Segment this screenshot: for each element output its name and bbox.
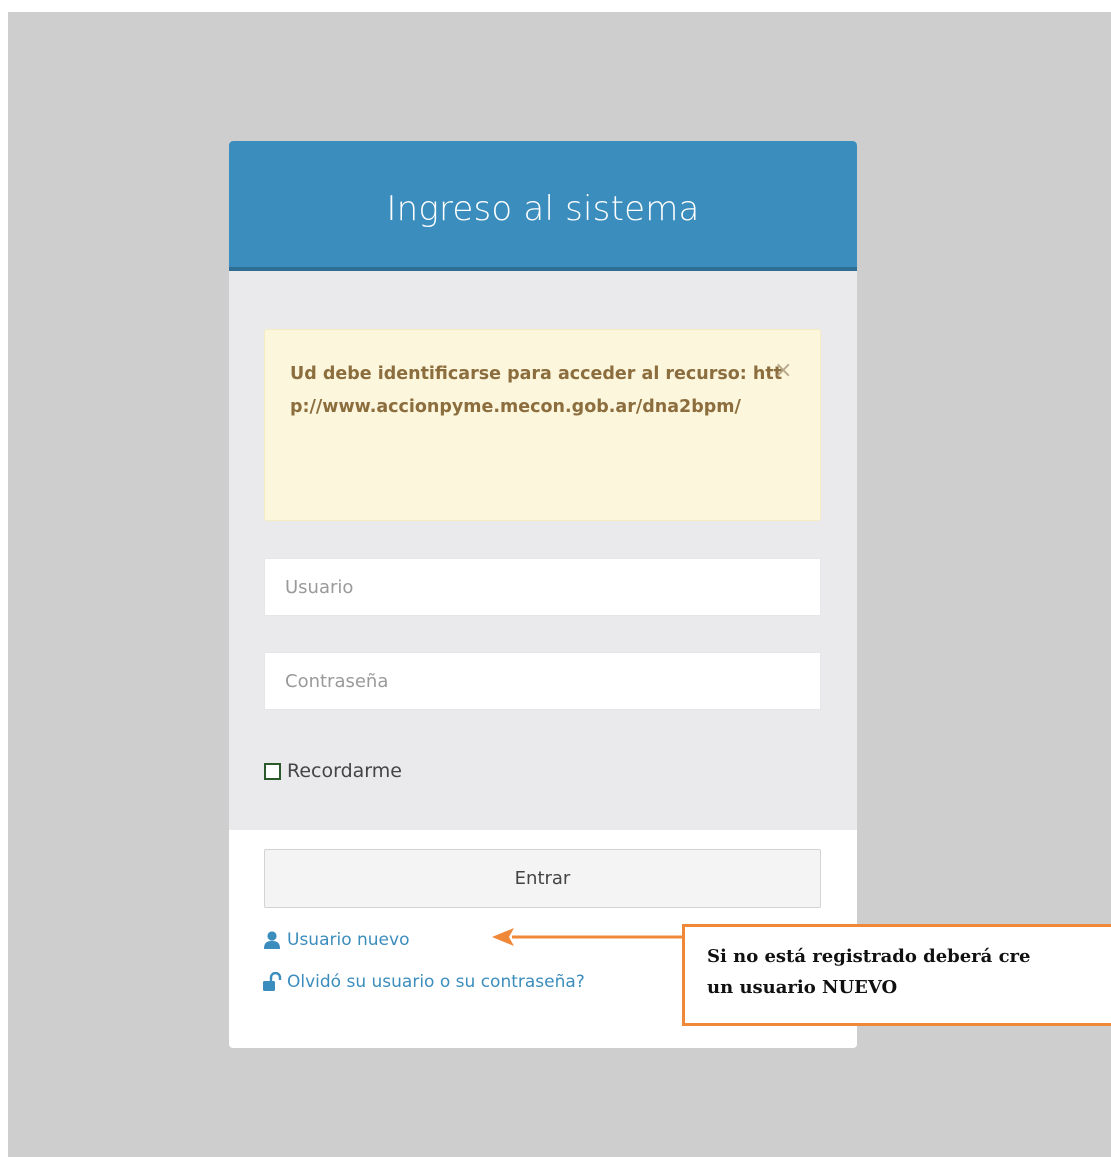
new-user-link[interactable]: Usuario nuevo xyxy=(262,930,409,950)
annotation-line-2: un usuario NUEVO xyxy=(707,977,898,998)
alert-message: Ud debe identificarse para acceder al re… xyxy=(290,364,783,417)
new-user-label[interactable]: Usuario nuevo xyxy=(287,930,409,950)
password-input[interactable] xyxy=(264,652,821,710)
login-title: Ingreso al sistema xyxy=(386,189,700,229)
annotation-text: Si no está registrado deberá cre un usua… xyxy=(707,941,1031,1003)
annotation-callout: Si no está registrado deberá cre un usua… xyxy=(682,924,1111,1026)
close-icon[interactable]: × xyxy=(774,360,792,382)
forgot-label[interactable]: Olvidó su usuario o su contraseña? xyxy=(287,972,585,992)
login-header: Ingreso al sistema xyxy=(229,141,857,271)
login-box: Ingreso al sistema Ud debe identificarse… xyxy=(229,141,857,1048)
annotation-line-1: Si no está registrado deberá cre xyxy=(707,946,1031,967)
forgot-password-link[interactable]: Olvidó su usuario o su contraseña? xyxy=(262,972,585,992)
user-icon xyxy=(264,931,280,949)
remember-checkbox[interactable] xyxy=(264,762,281,780)
annotation-arrow xyxy=(492,928,685,946)
submit-button[interactable]: Entrar xyxy=(264,849,821,908)
remember-label: Recordarme xyxy=(287,760,402,782)
unlock-icon xyxy=(263,972,282,991)
remember-me[interactable]: Recordarme xyxy=(264,756,402,786)
warning-alert: Ud debe identificarse para acceder al re… xyxy=(264,329,821,521)
username-input[interactable] xyxy=(264,558,821,616)
